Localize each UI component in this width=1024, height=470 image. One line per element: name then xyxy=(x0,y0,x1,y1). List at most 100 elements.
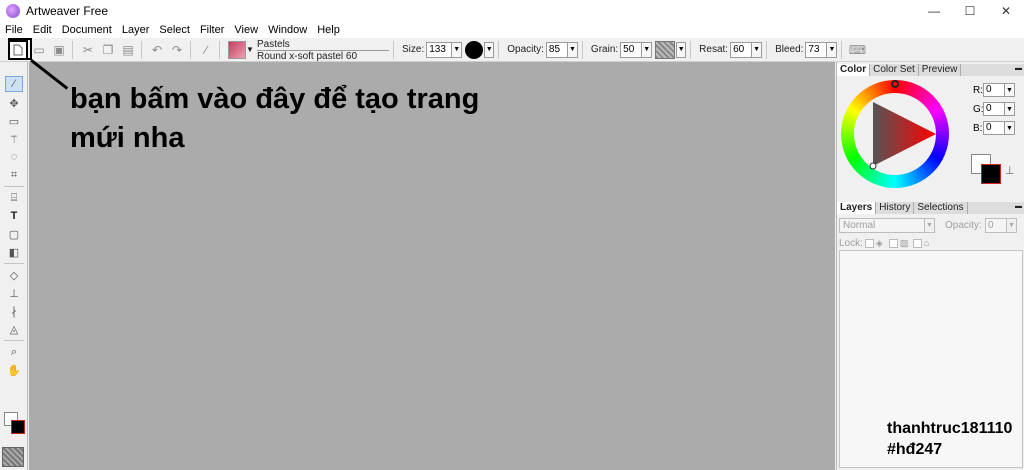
toolbar-divider xyxy=(581,40,583,59)
blend-mode-dropdown[interactable]: ▼ xyxy=(925,218,935,233)
brush-tip-dropdown[interactable]: ▼ xyxy=(484,41,495,58)
cut-button[interactable]: ✂ xyxy=(79,41,97,59)
magnifier-icon: ⌕ xyxy=(10,345,18,358)
chevron-down-icon[interactable]: ▼ xyxy=(246,41,254,59)
layer-opacity-input[interactable]: 0 xyxy=(985,218,1007,233)
eraser-tool[interactable]: ◇ xyxy=(5,267,23,283)
size-input[interactable]: 133 xyxy=(426,41,453,58)
window-controls: — ☐ ✕ xyxy=(916,0,1024,22)
color-swatches[interactable] xyxy=(4,412,26,438)
zoom-tool[interactable]: ⌕ xyxy=(5,344,23,360)
open-document-button[interactable]: ▭ xyxy=(30,41,48,59)
magic-wand-tool[interactable]: ⚚ xyxy=(5,131,23,147)
copy-button[interactable]: ❐ xyxy=(99,41,117,59)
stamp-icon[interactable]: ⊥ xyxy=(1005,164,1019,178)
size-dropdown[interactable]: ▼ xyxy=(452,41,463,58)
tab-color[interactable]: Color xyxy=(837,64,871,76)
green-dropdown[interactable]: ▼ xyxy=(1005,102,1015,116)
grain-dropdown[interactable]: ▼ xyxy=(642,41,653,58)
stamp-tool[interactable]: ⊥ xyxy=(5,285,23,301)
minimize-button[interactable]: — xyxy=(916,0,952,22)
blue-input[interactable]: 0 xyxy=(983,121,1005,135)
panel-menu-icon[interactable]: ▬ xyxy=(1015,203,1023,210)
color-wheel[interactable] xyxy=(841,80,949,188)
rectangle-select-tool[interactable]: ▭ xyxy=(5,113,23,129)
panel-menu-icon[interactable]: ▬ xyxy=(1015,65,1023,72)
tool-divider xyxy=(4,186,24,187)
tool-divider xyxy=(4,340,24,341)
brush-selector[interactable]: ▼ Pastels Round x-soft pastel 60 xyxy=(228,39,389,62)
toolbar-divider xyxy=(219,40,220,59)
color-selector-handle xyxy=(869,162,877,170)
crop-tool[interactable]: ⌗ xyxy=(5,167,23,183)
redo-button[interactable]: ↷ xyxy=(168,41,186,59)
hue-selector-handle[interactable] xyxy=(891,80,899,88)
tab-color-set[interactable]: Color Set xyxy=(870,64,919,76)
opacity-input[interactable]: 85 xyxy=(545,41,568,58)
grain-input[interactable]: 50 xyxy=(620,41,643,58)
brush-settings-button[interactable]: ∕ xyxy=(197,41,215,59)
red-input[interactable]: 0 xyxy=(983,83,1005,97)
color-picker-tool[interactable]: ∤ xyxy=(5,303,23,319)
tab-layers[interactable]: Layers xyxy=(837,202,877,214)
blue-dropdown[interactable]: ▼ xyxy=(1005,121,1015,135)
lock-row: Lock: ◈ ▨ ⌂ xyxy=(839,237,937,249)
window-title: Artweaver Free xyxy=(26,4,109,18)
layer-opacity-dropdown[interactable]: ▼ xyxy=(1007,218,1017,233)
menu-help[interactable]: Help xyxy=(312,24,345,36)
lock-all-checkbox[interactable] xyxy=(912,238,922,248)
paste-button[interactable]: ▤ xyxy=(119,41,137,59)
texture-swatch[interactable] xyxy=(2,447,24,467)
panel-foreground-swatch[interactable] xyxy=(981,164,1001,184)
text-tool[interactable]: T xyxy=(5,208,23,224)
menu-window[interactable]: Window xyxy=(263,24,312,36)
transparency-lock-icon: ◈ xyxy=(875,238,883,248)
tab-selections[interactable]: Selections xyxy=(914,202,968,214)
texture-dropdown[interactable]: ▼ xyxy=(676,41,687,58)
shape-tool[interactable]: ▢ xyxy=(5,226,23,242)
menu-view[interactable]: View xyxy=(229,24,263,36)
paint-bucket-tool[interactable]: ◬ xyxy=(5,321,23,337)
redo-icon: ↷ xyxy=(171,42,183,57)
menu-file[interactable]: File xyxy=(0,24,28,36)
move-tool[interactable]: ✥ xyxy=(5,95,23,111)
keyboard-icon: ⌨ xyxy=(848,42,867,57)
menu-edit[interactable]: Edit xyxy=(28,24,57,36)
green-channel-row: G: 0 ▼ xyxy=(973,101,1023,117)
green-input[interactable]: 0 xyxy=(983,102,1005,116)
gradient-tool[interactable]: ◧ xyxy=(5,244,23,260)
perspective-tool[interactable]: ⌸ xyxy=(5,190,23,206)
copy-icon: ❐ xyxy=(102,42,114,57)
lock-pixels-checkbox[interactable] xyxy=(888,238,898,248)
watermark-line-2: #hđ247 xyxy=(887,441,943,458)
opacity-dropdown[interactable]: ▼ xyxy=(567,41,578,58)
menu-layer[interactable]: Layer xyxy=(117,24,155,36)
menu-filter[interactable]: Filter xyxy=(195,24,229,36)
color-wheel-center xyxy=(854,93,936,175)
resat-dropdown[interactable]: ▼ xyxy=(752,41,763,58)
menu-select[interactable]: Select xyxy=(154,24,195,36)
tab-history[interactable]: History xyxy=(876,202,915,214)
red-channel-row: R: 0 ▼ xyxy=(973,82,1023,98)
bleed-input[interactable]: 73 xyxy=(805,41,828,58)
close-button[interactable]: ✕ xyxy=(988,0,1024,22)
brush-tool[interactable]: ∕ xyxy=(5,76,23,92)
lasso-tool[interactable]: ◌ xyxy=(5,149,23,165)
tab-preview[interactable]: Preview xyxy=(919,64,962,76)
foreground-color-swatch[interactable] xyxy=(11,420,25,434)
resat-input[interactable]: 60 xyxy=(730,41,753,58)
brush-options-button[interactable]: ⌨ xyxy=(848,41,866,59)
lock-transparency-checkbox[interactable] xyxy=(864,238,874,248)
shape-icon: ▢ xyxy=(8,228,20,241)
undo-button[interactable]: ↶ xyxy=(148,41,166,59)
red-dropdown[interactable]: ▼ xyxy=(1005,83,1015,97)
color-triangle[interactable] xyxy=(854,93,936,175)
paper-texture-preview[interactable] xyxy=(655,40,676,59)
blend-mode-select[interactable]: Normal xyxy=(839,218,925,233)
bleed-dropdown[interactable]: ▼ xyxy=(827,41,838,58)
hand-tool[interactable]: ✋ xyxy=(5,362,23,378)
save-button[interactable]: ▣ xyxy=(50,41,68,59)
maximize-button[interactable]: ☐ xyxy=(952,0,988,22)
app-logo-icon xyxy=(6,4,20,18)
menu-document[interactable]: Document xyxy=(57,24,117,36)
